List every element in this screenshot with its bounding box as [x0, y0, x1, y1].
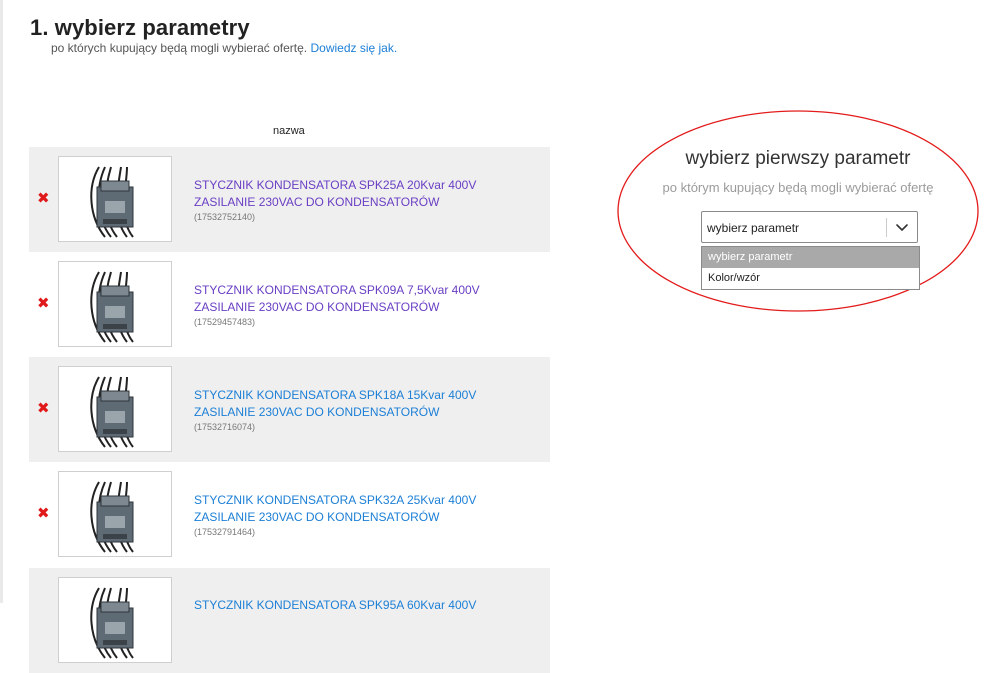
subtitle-text: po których kupujący będą mogli wybierać …	[51, 41, 308, 55]
product-id: (17532791464)	[194, 527, 256, 537]
product-title-line1: STYCZNIK KONDENSATORA SPK18A 15Kvar 400V	[194, 388, 477, 402]
product-info: STYCZNIK KONDENSATORA SPK25A 20Kvar 400V…	[194, 177, 494, 222]
product-title-link[interactable]: STYCZNIK KONDENSATORA SPK32A 25Kvar 400V…	[194, 492, 494, 526]
product-thumbnail	[58, 471, 172, 557]
remove-icon[interactable]: ✖	[37, 296, 50, 311]
product-id: (17532752140)	[194, 212, 256, 222]
product-thumbnail	[58, 261, 172, 347]
product-thumbnail	[58, 366, 172, 452]
product-thumbnail	[58, 156, 172, 242]
product-title-link[interactable]: STYCZNIK KONDENSATORA SPK18A 15Kvar 400V…	[194, 387, 494, 421]
product-info: STYCZNIK KONDENSATORA SPK95A 60Kvar 400V	[194, 597, 494, 614]
chevron-down-icon[interactable]	[894, 219, 910, 235]
remove-icon[interactable]: ✖	[37, 191, 50, 206]
product-title-line1: STYCZNIK KONDENSATORA SPK32A 25Kvar 400V	[194, 493, 477, 507]
section-header: 1. wybierz parametry po których kupujący…	[30, 15, 397, 55]
product-row: STYCZNIK KONDENSATORA SPK95A 60Kvar 400V	[29, 568, 550, 673]
product-title-line2: ZASILANIE 230VAC DO KONDENSATORÓW	[194, 510, 440, 524]
select-separator	[886, 218, 887, 237]
panel-title: wybierz pierwszy parametr	[685, 148, 911, 169]
left-border	[0, 0, 3, 603]
product-row: ✖ STYCZNIK KONDENSATORA SPK18A 15Kvar 40…	[29, 357, 550, 462]
product-title-line1: STYCZNIK KONDENSATORA SPK25A 20Kvar 400V	[194, 178, 477, 192]
product-title-line2: ZASILANIE 230VAC DO KONDENSATORÓW	[194, 405, 440, 419]
parameter-panel: wybierz pierwszy parametr po którym kupu…	[617, 110, 979, 312]
product-thumbnail	[58, 577, 172, 663]
product-info: STYCZNIK KONDENSATORA SPK09A 7,5Kvar 400…	[194, 282, 494, 327]
column-header-name: nazwa	[273, 125, 305, 137]
product-title-link[interactable]: STYCZNIK KONDENSATORA SPK25A 20Kvar 400V…	[194, 177, 494, 211]
product-title-line2: ZASILANIE 230VAC DO KONDENSATORÓW	[194, 195, 440, 209]
parameter-select[interactable]: wybierz parametr	[701, 211, 918, 243]
product-title-link[interactable]: STYCZNIK KONDENSATORA SPK09A 7,5Kvar 400…	[194, 282, 494, 316]
product-title-line2: ZASILANIE 230VAC DO KONDENSATORÓW	[194, 300, 440, 314]
product-info: STYCZNIK KONDENSATORA SPK32A 25Kvar 400V…	[194, 492, 494, 537]
section-subtitle: po których kupujący będą mogli wybierać …	[51, 41, 397, 55]
product-row: ✖ STYCZNIK KONDENSATORA SPK09A 7,5Kvar 4…	[29, 252, 550, 357]
product-title-line1: STYCZNIK KONDENSATORA SPK95A 60Kvar 400V	[194, 598, 477, 612]
remove-icon[interactable]: ✖	[37, 401, 50, 416]
product-row: ✖ STYCZNIK KONDENSATORA SPK25A 20Kvar 40…	[29, 147, 550, 252]
dropdown-option[interactable]: Kolor/wzór	[702, 268, 919, 289]
product-id: (17529457483)	[194, 317, 256, 327]
remove-icon[interactable]: ✖	[37, 506, 50, 521]
product-row: ✖ STYCZNIK KONDENSATORA SPK32A 25Kvar 40…	[29, 462, 550, 567]
product-title-link[interactable]: STYCZNIK KONDENSATORA SPK95A 60Kvar 400V	[194, 597, 494, 614]
dropdown-option[interactable]: wybierz parametr	[702, 247, 919, 268]
learn-more-link[interactable]: Dowiedz się jak.	[310, 41, 397, 55]
panel-subtitle: po którym kupujący będą mogli wybierać o…	[662, 180, 934, 195]
product-id: (17532716074)	[194, 422, 256, 432]
select-value: wybierz parametr	[707, 221, 800, 235]
product-info: STYCZNIK KONDENSATORA SPK18A 15Kvar 400V…	[194, 387, 494, 432]
page-title: 1. wybierz parametry	[30, 15, 250, 40]
product-title-line1: STYCZNIK KONDENSATORA SPK09A 7,5Kvar 400…	[194, 283, 480, 297]
parameter-dropdown: wybierz parametr Kolor/wzór	[701, 246, 920, 290]
